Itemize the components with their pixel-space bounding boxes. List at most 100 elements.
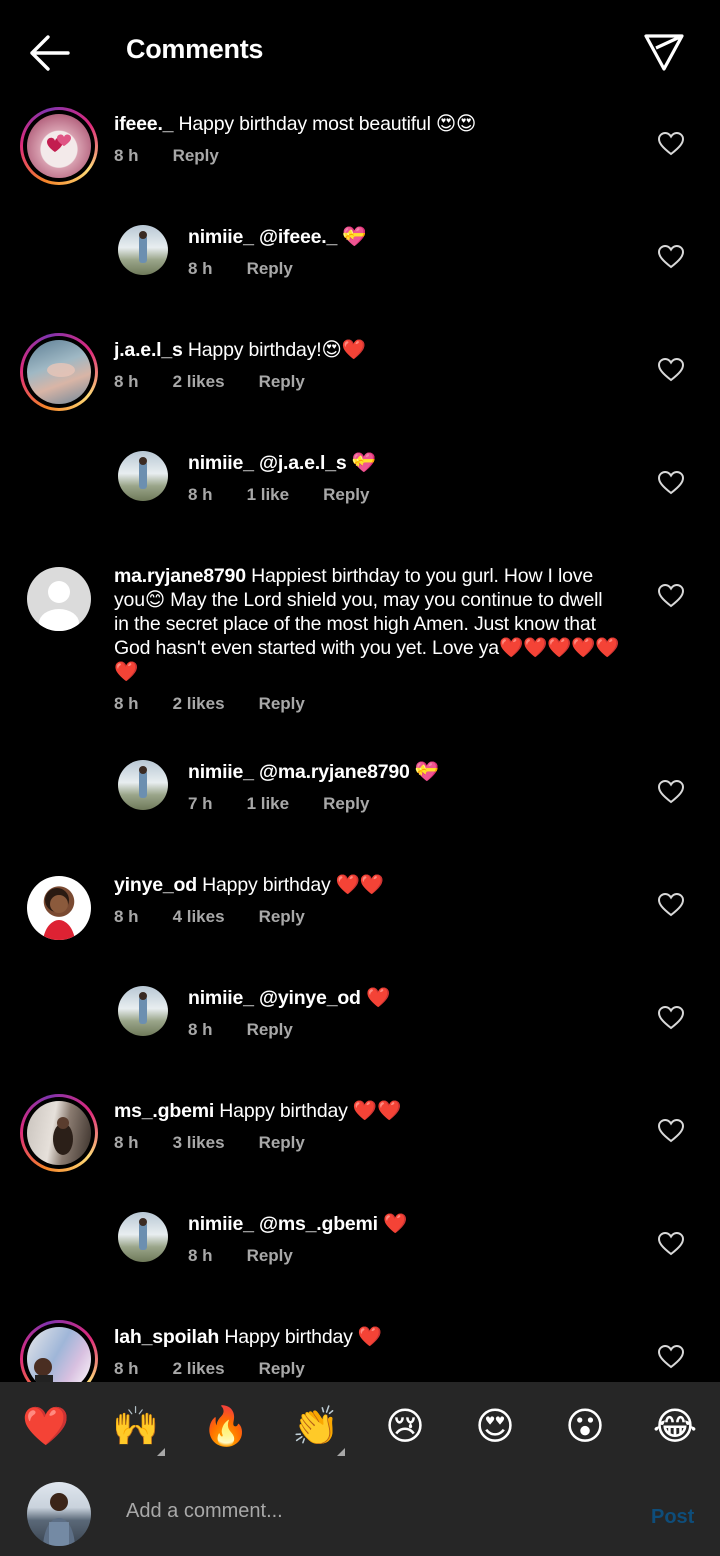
like-heart-icon[interactable] <box>657 1005 685 1030</box>
likes-count[interactable]: 1 like <box>247 485 290 505</box>
comment-meta: 8 h 1 like Reply <box>188 485 403 505</box>
comment-text: ❤️ <box>365 987 391 1009</box>
avatar[interactable] <box>27 876 91 940</box>
comment-text-line: ❤️ <box>114 661 139 683</box>
like-heart-icon[interactable] <box>657 1231 685 1256</box>
avatar[interactable] <box>20 1320 98 1382</box>
reply-item: nimiie_ @yinye_od ❤️ 8 h Reply <box>0 974 720 1084</box>
comment-item: j.a.e.l_s Happy birthday!😍❤️ 8 h 2 likes… <box>0 326 720 436</box>
comment-text-line: in the secret place of the most high Ame… <box>114 613 596 635</box>
avatar[interactable] <box>20 1094 98 1172</box>
comment-meta: 8 h Reply <box>188 1020 327 1040</box>
comment-meta: 8 h 3 likes Reply <box>114 1133 339 1153</box>
comment-username[interactable]: nimiie_ <box>188 987 254 1009</box>
raising-hands-emoji-button[interactable]: 🙌 <box>112 1404 159 1450</box>
surprised-emoji-button[interactable]: 😮 <box>562 1404 608 1450</box>
like-heart-icon[interactable] <box>657 779 685 804</box>
comment-username[interactable]: ma.ryjane8790 <box>114 565 246 587</box>
comment-username[interactable]: ms_.gbemi <box>114 1100 214 1122</box>
comment-item: ifeee._ Happy birthday most beautiful 😍😍… <box>0 100 720 210</box>
reply-button[interactable]: Reply <box>259 907 305 927</box>
likes-count[interactable]: 2 likes <box>173 1359 225 1379</box>
likes-count[interactable]: 4 likes <box>173 907 225 927</box>
reply-button[interactable]: Reply <box>247 1020 293 1040</box>
comment-username[interactable]: lah_spoilah <box>114 1326 219 1348</box>
reply-button[interactable]: Reply <box>259 372 305 392</box>
comment-time: 7 h <box>188 794 213 813</box>
like-heart-icon[interactable] <box>657 470 685 495</box>
post-button[interactable]: Post <box>651 1506 694 1529</box>
avatar[interactable] <box>118 760 168 810</box>
like-heart-icon[interactable] <box>657 1118 685 1143</box>
comment-time: 8 h <box>114 1359 139 1378</box>
comment-text: 💝 <box>342 226 367 248</box>
reply-button[interactable]: Reply <box>247 1246 293 1266</box>
comment-text-line: you😊 May the Lord shield you, may you co… <box>114 589 603 611</box>
reply-button[interactable]: Reply <box>173 146 219 166</box>
heart-emoji-button[interactable]: ❤️ <box>22 1404 69 1450</box>
likes-count[interactable]: 2 likes <box>173 372 225 392</box>
like-heart-icon[interactable] <box>657 131 685 156</box>
direct-message-icon[interactable] <box>640 28 688 76</box>
comment-text: Happy birthday ❤️❤️ <box>202 874 384 896</box>
likes-count[interactable]: 2 likes <box>173 694 225 714</box>
comment-time: 8 h <box>114 372 139 391</box>
comment-text: Happy birthday!😍❤️ <box>187 339 366 361</box>
laughing-emoji-button[interactable]: 😂 <box>652 1404 698 1450</box>
comment-username[interactable]: ifeee._ <box>114 113 174 135</box>
comment-meta: 8 h 2 likes Reply <box>114 1359 339 1379</box>
back-arrow-icon[interactable] <box>26 30 72 76</box>
header: Comments <box>0 0 720 100</box>
comment-time: 8 h <box>188 485 213 504</box>
comment-username[interactable]: nimiie_ <box>188 226 254 248</box>
likes-count[interactable]: 3 likes <box>173 1133 225 1153</box>
reply-button[interactable]: Reply <box>247 259 293 279</box>
mention-link[interactable]: @ifeee._ <box>259 226 337 248</box>
comment-text: Happy birthday most beautiful 😍😍 <box>178 113 477 135</box>
like-heart-icon[interactable] <box>657 892 685 917</box>
reply-button[interactable]: Reply <box>259 1133 305 1153</box>
like-heart-icon[interactable] <box>657 244 685 269</box>
reply-button[interactable]: Reply <box>259 694 305 714</box>
avatar <box>27 1482 91 1546</box>
reply-item: nimiie_ @ifeee._ 💝 8 h Reply <box>0 213 720 323</box>
emoji-quick-bar: ❤️ 🙌 🔥 👏 😢 😍 😮 😂 <box>0 1382 720 1470</box>
comment-username[interactable]: j.a.e.l_s <box>114 339 183 361</box>
mention-link[interactable]: @ma.ryjane8790 <box>259 761 410 783</box>
comment-time: 8 h <box>188 1246 213 1265</box>
fire-emoji-button[interactable]: 🔥 <box>202 1404 249 1450</box>
comment-username[interactable]: nimiie_ <box>188 1213 254 1235</box>
mention-link[interactable]: @j.a.e.l_s <box>259 452 347 474</box>
crying-emoji-button[interactable]: 😢 <box>382 1404 428 1450</box>
avatar[interactable] <box>118 451 168 501</box>
comment-meta: 8 h 4 likes Reply <box>114 907 339 927</box>
comment-input[interactable]: Add a comment... <box>126 1500 283 1523</box>
avatar[interactable] <box>27 567 91 631</box>
reply-button[interactable]: Reply <box>259 1359 305 1379</box>
comment-username[interactable]: yinye_od <box>114 874 197 896</box>
avatar[interactable] <box>20 333 98 411</box>
mention-link[interactable]: @ms_.gbemi <box>259 1213 378 1235</box>
likes-count[interactable]: 1 like <box>247 794 290 814</box>
reply-item: nimiie_ @ma.ryjane8790 💝 7 h 1 like Repl… <box>0 748 720 858</box>
avatar[interactable] <box>118 986 168 1036</box>
like-heart-icon[interactable] <box>657 1344 685 1369</box>
like-heart-icon[interactable] <box>657 357 685 382</box>
reply-button[interactable]: Reply <box>323 485 369 505</box>
avatar[interactable] <box>118 1212 168 1262</box>
heart-eyes-emoji-button[interactable]: 😍 <box>472 1404 518 1450</box>
clapping-emoji-button[interactable]: 👏 <box>292 1404 339 1450</box>
reply-item: nimiie_ @ms_.gbemi ❤️ 8 h Reply <box>0 1200 720 1310</box>
comment-text: Happy birthday ❤️❤️ <box>219 1100 402 1122</box>
like-heart-icon[interactable] <box>657 583 685 608</box>
comment-meta: 7 h 1 like Reply <box>188 794 403 814</box>
reply-button[interactable]: Reply <box>323 794 369 814</box>
skin-tone-indicator-icon <box>157 1448 165 1456</box>
comment-composer: Add a comment... Post <box>0 1470 720 1556</box>
mention-link[interactable]: @yinye_od <box>259 987 361 1009</box>
comment-username[interactable]: nimiie_ <box>188 761 254 783</box>
avatar[interactable] <box>20 107 98 185</box>
comments-list[interactable]: ifeee._ Happy birthday most beautiful 😍😍… <box>0 100 720 1382</box>
avatar[interactable] <box>118 225 168 275</box>
comment-username[interactable]: nimiie_ <box>188 452 254 474</box>
